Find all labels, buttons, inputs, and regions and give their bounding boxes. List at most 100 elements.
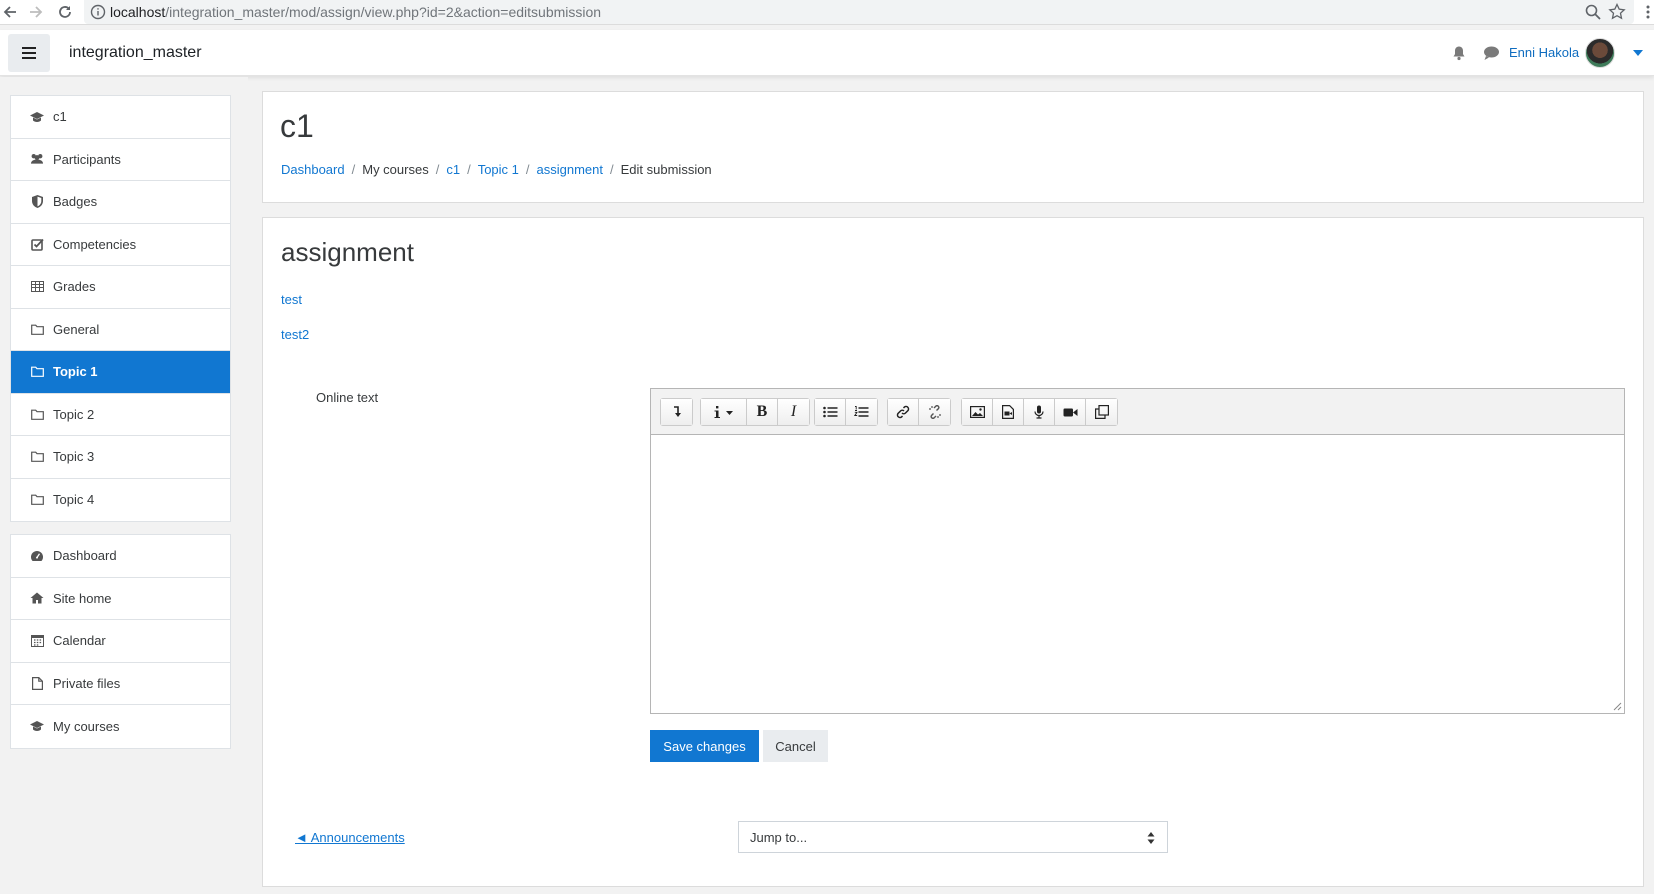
top-navbar: integration_master Enni Hakola: [0, 30, 1654, 76]
sidebar: c1 Participants Badges Competencies Grad…: [0, 77, 248, 894]
user-menu-caret-icon[interactable]: [1633, 50, 1643, 56]
sidebar-item-topic-2[interactable]: Topic 2: [11, 394, 230, 436]
record-audio-button[interactable]: [1024, 399, 1055, 425]
sidebar-item-dashboard[interactable]: Dashboard: [11, 535, 230, 578]
cancel-button[interactable]: Cancel: [763, 730, 828, 762]
sidebar-item-grades[interactable]: Grades: [11, 266, 230, 309]
bold-button[interactable]: B: [747, 399, 778, 425]
shield-icon: [30, 195, 44, 209]
sidebar-item-participants[interactable]: Participants: [11, 139, 230, 181]
breadcrumb-assignment[interactable]: assignment: [537, 162, 603, 177]
record-video-button[interactable]: [1055, 399, 1086, 425]
user-name[interactable]: Enni Hakola: [1509, 45, 1579, 60]
bookmark-star-icon[interactable]: [1608, 3, 1626, 21]
back-arrow-icon[interactable]: [0, 2, 20, 22]
breadcrumb-topic[interactable]: Topic 1: [478, 162, 519, 177]
page-title: assignment: [281, 237, 414, 267]
toolbar-group-toggle: [660, 398, 693, 426]
online-text-editor: B I: [650, 388, 1625, 714]
editor-toolbar: B I: [651, 389, 1624, 435]
sidebar-item-calendar[interactable]: Calendar: [11, 620, 230, 663]
insert-image-button[interactable]: [962, 399, 993, 425]
breadcrumb-separator: /: [610, 162, 614, 177]
hamburger-menu-button[interactable]: [8, 34, 50, 72]
folder-icon: [30, 322, 44, 336]
previous-activity-link[interactable]: ◄ Announcements: [295, 830, 405, 845]
zoom-icon[interactable]: [1584, 3, 1602, 21]
breadcrumb-course[interactable]: c1: [446, 162, 460, 177]
page-header-card: [262, 91, 1644, 203]
breadcrumb-separator: /: [435, 162, 440, 177]
sidebar-item-general[interactable]: General: [11, 309, 230, 351]
media-file-icon: [1002, 405, 1014, 419]
breadcrumb-my-courses: My courses: [362, 162, 429, 177]
show-more-buttons-button[interactable]: [661, 399, 692, 425]
course-nav: c1 Participants Badges Competencies Grad…: [10, 95, 231, 522]
folder-icon: [30, 365, 44, 379]
italic-icon: I: [790, 403, 797, 420]
breadcrumb-dashboard[interactable]: Dashboard: [281, 162, 345, 177]
folder-icon: [30, 493, 44, 507]
sidebar-item-private-files[interactable]: Private files: [11, 663, 230, 705]
jump-to-value: Jump to...: [750, 829, 808, 845]
sidebar-item-topic-1[interactable]: Topic 1: [11, 351, 230, 394]
sidebar-item-my-courses[interactable]: My courses: [11, 705, 230, 748]
insert-media-button[interactable]: [993, 399, 1024, 425]
browser-toolbar: localhost/integration_master/mod/assign/…: [0, 0, 1654, 25]
sidebar-item-label: Topic 2: [53, 406, 95, 422]
messages-icon[interactable]: [1483, 45, 1500, 61]
sidebar-item-label: Topic 3: [53, 449, 95, 465]
manage-files-icon: [1094, 405, 1109, 419]
sidebar-item-competencies[interactable]: Competencies: [11, 224, 230, 266]
notification-bell-icon[interactable]: [1451, 45, 1467, 61]
sidebar-item-label: General: [53, 321, 100, 337]
jump-to-select[interactable]: Jump to...: [738, 821, 1168, 853]
check-square-icon: [30, 237, 44, 251]
save-changes-button[interactable]: Save changes: [650, 730, 759, 762]
users-icon: [30, 152, 44, 166]
breadcrumb-separator: /: [351, 162, 356, 177]
sidebar-item-label: Private files: [53, 675, 121, 691]
breadcrumb-separator: /: [525, 162, 530, 177]
link-button[interactable]: [888, 399, 919, 425]
home-icon: [30, 591, 44, 605]
info-icon[interactable]: [90, 4, 106, 20]
sidebar-item-label: Calendar: [53, 633, 106, 649]
file-link-test[interactable]: test: [281, 292, 302, 307]
reload-icon[interactable]: [55, 2, 75, 22]
sidebar-item-label: Topic 4: [53, 492, 95, 508]
browser-menu-icon[interactable]: [1646, 4, 1650, 20]
forward-arrow-icon[interactable]: [26, 2, 46, 22]
bold-icon: B: [756, 403, 768, 420]
graduation-cap-icon: [30, 110, 44, 124]
sidebar-item-topic-3[interactable]: Topic 3: [11, 436, 230, 479]
sidebar-item-site-home[interactable]: Site home: [11, 578, 230, 620]
site-name[interactable]: integration_master: [69, 44, 202, 62]
toolbar-group-style: B I: [700, 398, 810, 426]
url-text[interactable]: localhost/integration_master/mod/assign/…: [110, 4, 601, 20]
sidebar-item-c1[interactable]: c1: [11, 96, 230, 139]
dashboard-icon: [30, 549, 44, 563]
avatar[interactable]: [1585, 38, 1615, 68]
hamburger-icon: [22, 47, 36, 59]
sidebar-item-badges[interactable]: Badges: [11, 181, 230, 224]
file-link-test2[interactable]: test2: [281, 327, 309, 342]
select-arrows-icon: [1147, 832, 1155, 844]
sidebar-item-label: Competencies: [53, 236, 137, 252]
manage-files-button[interactable]: [1086, 399, 1117, 425]
sidebar-item-label: Badges: [53, 194, 98, 210]
expand-toolbar-icon: [673, 406, 681, 417]
ordered-list-button[interactable]: [846, 399, 877, 425]
sidebar-item-topic-4[interactable]: Topic 4: [11, 479, 230, 522]
editor-content-area[interactable]: [651, 435, 1624, 713]
address-bar[interactable]: localhost/integration_master/mod/assign/…: [84, 0, 1634, 24]
resize-handle-icon[interactable]: [1613, 702, 1622, 711]
paragraph-styles-button[interactable]: [701, 399, 747, 425]
folder-icon: [30, 450, 44, 464]
italic-button[interactable]: I: [778, 399, 809, 425]
unlink-button[interactable]: [919, 399, 950, 425]
unordered-list-button[interactable]: [815, 399, 846, 425]
url-path: /integration_master/mod/assign/view.php?…: [165, 4, 602, 20]
breadcrumb-separator: /: [467, 162, 471, 177]
link-icon: [896, 405, 910, 419]
